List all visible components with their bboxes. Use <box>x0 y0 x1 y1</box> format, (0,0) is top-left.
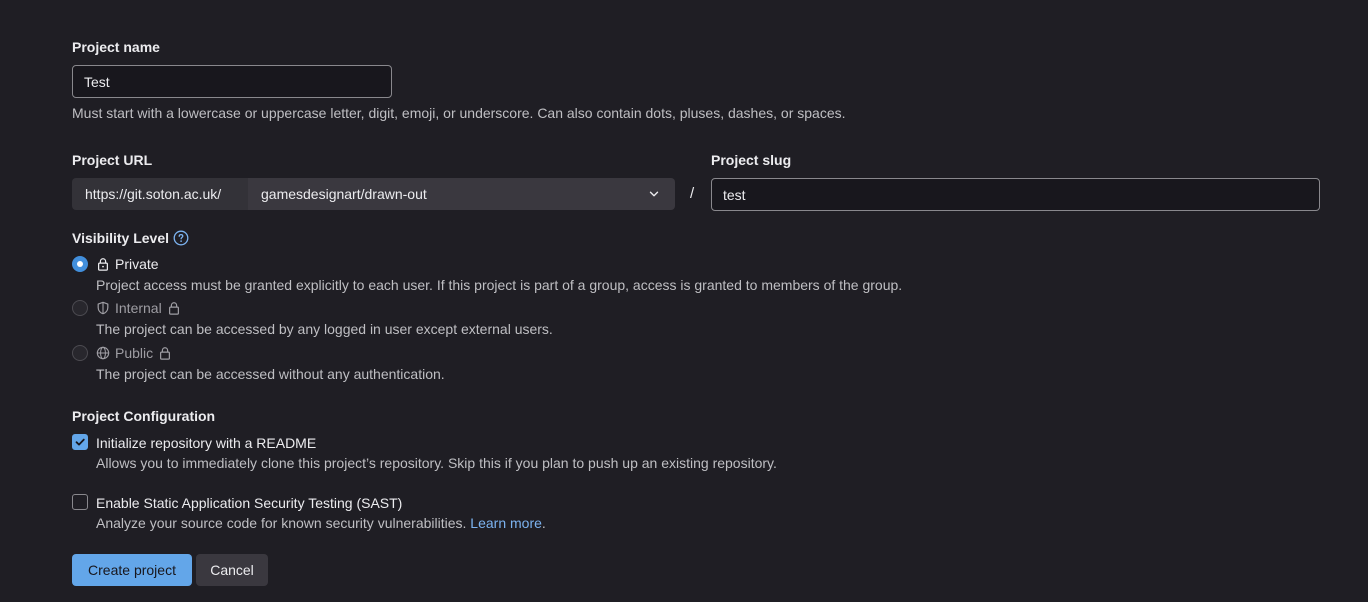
visibility-private-label: Private <box>115 256 159 272</box>
visibility-public-description: The project can be accessed without any … <box>96 366 445 382</box>
sast-description-row: Analyze your source code for known secur… <box>96 515 546 531</box>
sast-option-label[interactable]: Enable Static Application Security Testi… <box>96 495 402 511</box>
namespace-value: gamesdesignart/drawn-out <box>261 186 427 202</box>
sast-description: Analyze your source code for known secur… <box>96 515 471 531</box>
period: . <box>541 515 546 531</box>
project-url-label: Project URL <box>72 152 153 168</box>
visibility-public-radio[interactable] <box>72 345 88 361</box>
project-name-label: Project name <box>72 39 160 55</box>
visibility-internal-label: Internal <box>115 300 162 316</box>
visibility-public-option[interactable]: Public <box>96 345 172 361</box>
visibility-internal-radio[interactable] <box>72 300 88 316</box>
project-configuration-label: Project Configuration <box>72 408 216 424</box>
cancel-button[interactable]: Cancel <box>196 554 268 586</box>
visibility-internal-option[interactable]: Internal <box>96 300 181 316</box>
visibility-private-option[interactable]: Private <box>96 256 159 272</box>
visibility-private-description: Project access must be granted explicitl… <box>96 277 903 293</box>
project-slug-label: Project slug <box>711 152 792 168</box>
globe-icon <box>96 346 110 360</box>
lock-icon <box>98 258 108 271</box>
project-slug-input[interactable] <box>711 178 1320 211</box>
readme-description: Allows you to immediately clone this pro… <box>96 455 777 471</box>
question-circle-icon[interactable] <box>173 230 189 246</box>
visibility-private-radio[interactable] <box>72 256 88 272</box>
create-project-button[interactable]: Create project <box>72 554 192 586</box>
readme-checkbox[interactable] <box>72 434 88 450</box>
learn-more-link[interactable]: Learn more <box>470 515 542 531</box>
new-project-form: Project name Must start with a lowercase… <box>0 0 1368 602</box>
project-url-prefix: https://git.soton.ac.uk/ <box>72 178 248 210</box>
visibility-internal-description: The project can be accessed by any logge… <box>96 321 553 337</box>
lock-icon <box>168 302 179 315</box>
project-url-prefix-text: https://git.soton.ac.uk/ <box>85 186 222 202</box>
url-separator: / <box>690 185 695 202</box>
project-name-input[interactable] <box>72 65 392 98</box>
check-icon <box>75 438 85 446</box>
namespace-dropdown[interactable]: gamesdesignart/drawn-out <box>248 178 675 210</box>
visibility-public-label: Public <box>115 345 154 361</box>
readme-option-label[interactable]: Initialize repository with a README <box>96 435 316 451</box>
lock-icon <box>160 347 171 360</box>
shield-icon <box>97 301 109 315</box>
chevron-down-icon <box>649 191 659 197</box>
visibility-level-label: Visibility Level <box>72 230 170 246</box>
sast-checkbox[interactable] <box>72 494 88 510</box>
visibility-level-heading: Visibility Level <box>72 230 189 246</box>
project-name-help: Must start with a lowercase or uppercase… <box>72 105 846 121</box>
